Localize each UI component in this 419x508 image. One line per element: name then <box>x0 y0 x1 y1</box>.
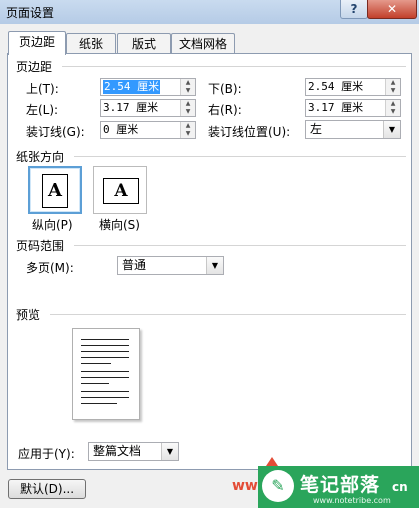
spinner-arrows[interactable]: ▲ ▼ <box>180 100 195 116</box>
preview-line <box>81 351 129 352</box>
preview-line <box>81 363 111 364</box>
pages-separator <box>74 245 406 246</box>
portrait-page-icon: A <box>42 174 68 208</box>
chevron-down-icon[interactable]: ▼ <box>161 443 178 460</box>
preview-separator <box>50 314 406 315</box>
pages-group-title: 页码范围 <box>16 239 65 253</box>
margins-separator <box>62 66 406 67</box>
spin-down-icon[interactable]: ▼ <box>181 108 195 116</box>
spin-up-icon[interactable]: ▲ <box>181 100 195 108</box>
watermark-subtitle: www.notetribe.com <box>313 496 391 505</box>
top-margin-spinner[interactable]: 2.54 厘米 ▲ ▼ <box>100 78 196 96</box>
gutter-spinner[interactable]: 0 厘米 ▲ ▼ <box>100 121 196 139</box>
preview-line <box>81 397 129 398</box>
default-button[interactable]: 默认(D)... <box>8 479 86 499</box>
apply-to-label: 应用于(Y): <box>18 447 75 461</box>
tab-margins[interactable]: 页边距 <box>8 31 66 55</box>
spin-up-icon[interactable]: ▲ <box>386 100 400 108</box>
gutter-position-select[interactable]: 左 ▼ <box>305 120 401 139</box>
preview-line <box>81 357 129 358</box>
spin-up-icon[interactable]: ▲ <box>181 79 195 87</box>
preview-line <box>81 339 129 340</box>
close-icon: ✕ <box>386 2 398 16</box>
top-margin-value: 2.54 厘米 <box>103 80 161 94</box>
spinner-arrows[interactable]: ▲ ▼ <box>180 122 195 138</box>
preview-line <box>81 377 129 378</box>
top-margin-label: 上(T): <box>26 82 59 96</box>
spin-down-icon[interactable]: ▼ <box>386 87 400 95</box>
spin-up-icon[interactable]: ▲ <box>386 79 400 87</box>
watermark-triangle-icon <box>266 457 278 466</box>
tab-layout[interactable]: 版式 <box>117 33 171 54</box>
multiple-pages-select[interactable]: 普通 ▼ <box>117 256 224 275</box>
orientation-separator <box>74 156 406 157</box>
chevron-down-icon[interactable]: ▼ <box>206 257 223 274</box>
left-margin-value: 3.17 厘米 <box>103 101 159 114</box>
apply-to-select[interactable]: 整篇文档 ▼ <box>88 442 179 461</box>
portrait-label[interactable]: 纵向(P) <box>32 216 73 233</box>
apply-to-value: 整篇文档 <box>93 444 142 458</box>
orientation-group-title: 纸张方向 <box>16 150 65 164</box>
bottom-margin-spinner[interactable]: 2.54 厘米 ▲ ▼ <box>305 78 401 96</box>
landscape-page-icon: A <box>103 178 139 204</box>
preview-line <box>81 371 129 372</box>
gutter-position-value: 左 <box>310 122 323 136</box>
spin-down-icon[interactable]: ▼ <box>181 130 195 138</box>
spinner-arrows[interactable]: ▲ ▼ <box>180 79 195 95</box>
left-margin-spinner[interactable]: 3.17 厘米 ▲ ▼ <box>100 99 196 117</box>
landscape-button[interactable]: A <box>93 166 147 214</box>
preview-line <box>81 383 109 384</box>
tab-paper[interactable]: 纸张 <box>66 33 116 54</box>
preview-group-title: 预览 <box>16 308 41 322</box>
watermark-suffix: cn <box>392 480 408 494</box>
margins-group-title: 页边距 <box>16 60 53 74</box>
tab-document-grid[interactable]: 文档网格 <box>171 33 235 54</box>
gutter-value: 0 厘米 <box>103 123 139 136</box>
preview-line <box>81 345 129 346</box>
bottom-margin-label: 下(B): <box>208 82 242 96</box>
gutter-label: 装订线(G): <box>26 125 85 139</box>
watermark-title: 笔记部落 <box>300 474 381 496</box>
right-margin-spinner[interactable]: 3.17 厘米 ▲ ▼ <box>305 99 401 117</box>
right-margin-value: 3.17 厘米 <box>308 101 364 114</box>
multiple-pages-label: 多页(M): <box>26 261 74 275</box>
portrait-button[interactable]: A <box>28 166 82 214</box>
help-button[interactable]: ? <box>340 0 368 19</box>
spin-down-icon[interactable]: ▼ <box>386 108 400 116</box>
multiple-pages-value: 普通 <box>122 258 147 272</box>
spinner-arrows[interactable]: ▲ ▼ <box>385 79 400 95</box>
window-title: 页面设置 <box>6 6 55 20</box>
gutter-position-label: 装订线位置(U): <box>208 125 291 139</box>
preview-line <box>81 391 129 392</box>
close-button[interactable]: ✕ <box>367 0 417 19</box>
spin-up-icon[interactable]: ▲ <box>181 122 195 130</box>
chevron-down-icon[interactable]: ▼ <box>383 121 400 138</box>
left-margin-label: 左(L): <box>26 103 59 117</box>
preview-line <box>81 403 117 404</box>
spinner-arrows[interactable]: ▲ ▼ <box>385 100 400 116</box>
pen-icon: ✎ <box>262 470 294 502</box>
spin-down-icon[interactable]: ▼ <box>181 87 195 95</box>
bottom-margin-value: 2.54 厘米 <box>308 80 364 93</box>
landscape-label[interactable]: 横向(S) <box>99 216 140 233</box>
right-margin-label: 右(R): <box>208 103 242 117</box>
preview-page <box>72 328 140 420</box>
